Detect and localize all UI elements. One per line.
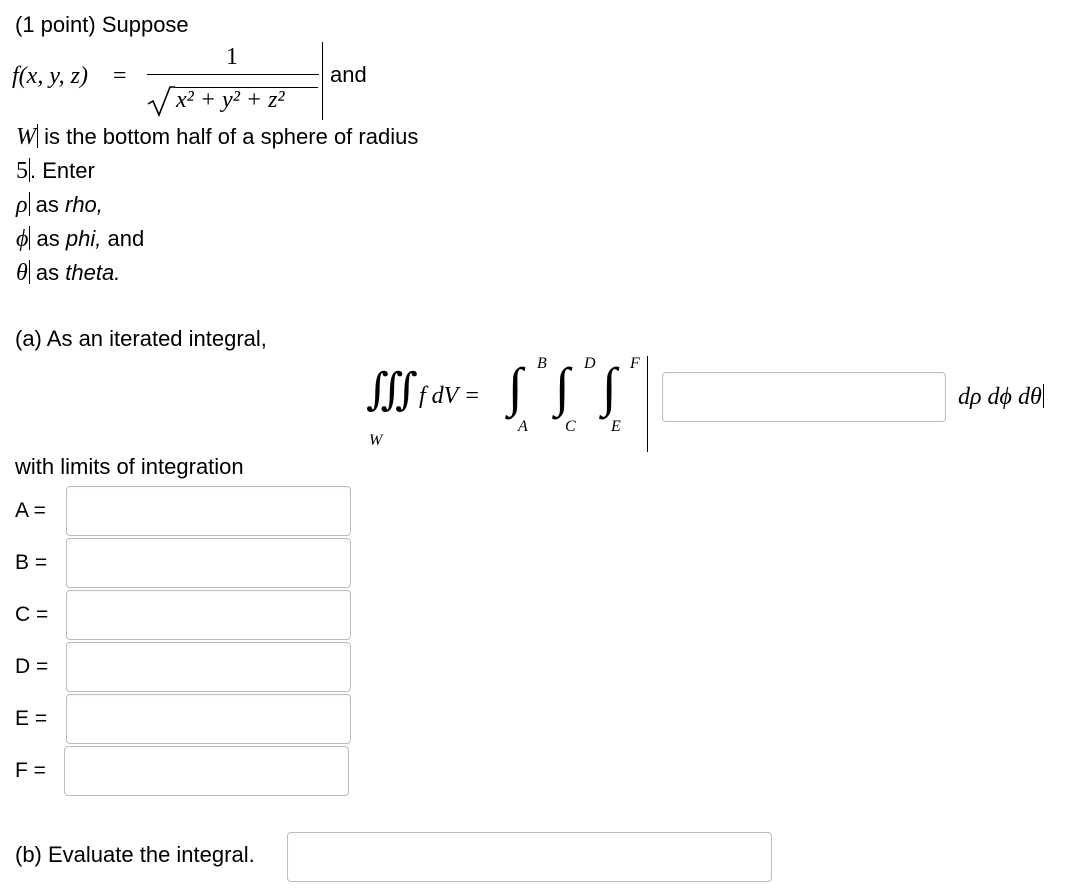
limit-d-label: D = <box>15 655 49 678</box>
limits-label: with limits of integration <box>15 454 244 479</box>
integral-sign-icon: ∫ <box>555 357 570 417</box>
limit-e-input[interactable] <box>66 694 351 744</box>
integral-sign-icon: ∫ <box>508 357 523 417</box>
fraction-numerator: 1 <box>226 44 238 70</box>
limit-f-input[interactable] <box>64 746 349 796</box>
and-text: and <box>330 62 367 87</box>
evaluate-input[interactable] <box>287 832 772 882</box>
radius-line: 5. Enter <box>16 158 95 183</box>
limit-b: B <box>537 355 547 372</box>
radius-value: 5 <box>16 158 28 184</box>
enter-text: . Enter <box>30 158 95 183</box>
limit-f-label: F = <box>15 759 46 782</box>
w-symbol: W <box>16 124 36 150</box>
phi-symbol: ϕ <box>16 226 29 252</box>
radicand: x² + y² + z² <box>176 87 285 113</box>
limit-d-input[interactable] <box>66 642 351 692</box>
limit-a-input[interactable] <box>66 486 351 536</box>
theta-line: θ as theta. <box>16 260 121 286</box>
text-cursor <box>1042 384 1044 408</box>
differentials: dρ dϕ dθ <box>958 384 1044 409</box>
phi-line: ϕ as phi, and <box>16 226 145 252</box>
limit-c-label: C = <box>15 603 49 626</box>
math-cursor <box>647 356 648 452</box>
sqrt-sign-icon <box>147 86 175 118</box>
limit-c-input[interactable] <box>66 590 351 640</box>
limit-d: D <box>584 355 596 372</box>
limit-e: E <box>611 418 621 435</box>
phi-name: phi, <box>65 226 102 251</box>
integral-sign-icon: ∫ <box>602 357 617 417</box>
limit-b-label: B = <box>15 551 48 574</box>
limit-e-label: E = <box>15 707 48 730</box>
rho-line: ρ as rho, <box>16 192 103 218</box>
fraction-bar <box>147 74 319 75</box>
part-b-label: (b) Evaluate the integral. <box>15 842 255 867</box>
region-subscript: W <box>369 432 383 449</box>
theta-name: theta. <box>65 260 121 285</box>
rho-symbol: ρ <box>16 192 28 218</box>
integrand-input[interactable] <box>662 372 946 422</box>
math-cursor <box>322 42 323 120</box>
triple-integral-icon: ∭ <box>366 365 419 414</box>
limit-c: C <box>565 418 576 435</box>
function-lhs: f(x, y, z) <box>12 63 88 89</box>
region-text: is the bottom half of a sphere of radius <box>38 124 419 149</box>
differentials-text: dρ dϕ dθ <box>958 384 1042 410</box>
limit-f: F <box>630 355 640 372</box>
limit-a: A <box>518 418 528 435</box>
equals-sign: = <box>113 63 127 89</box>
f-dv: f dV = <box>419 383 481 409</box>
limit-a-label: A = <box>15 499 46 522</box>
problem-header: (1 point) Suppose <box>15 12 189 37</box>
theta-symbol: θ <box>16 260 28 286</box>
rho-name: rho, <box>65 192 103 217</box>
limit-b-input[interactable] <box>66 538 351 588</box>
region-description: W is the bottom half of a sphere of radi… <box>16 124 418 149</box>
part-a-label: (a) As an iterated integral, <box>15 326 267 351</box>
